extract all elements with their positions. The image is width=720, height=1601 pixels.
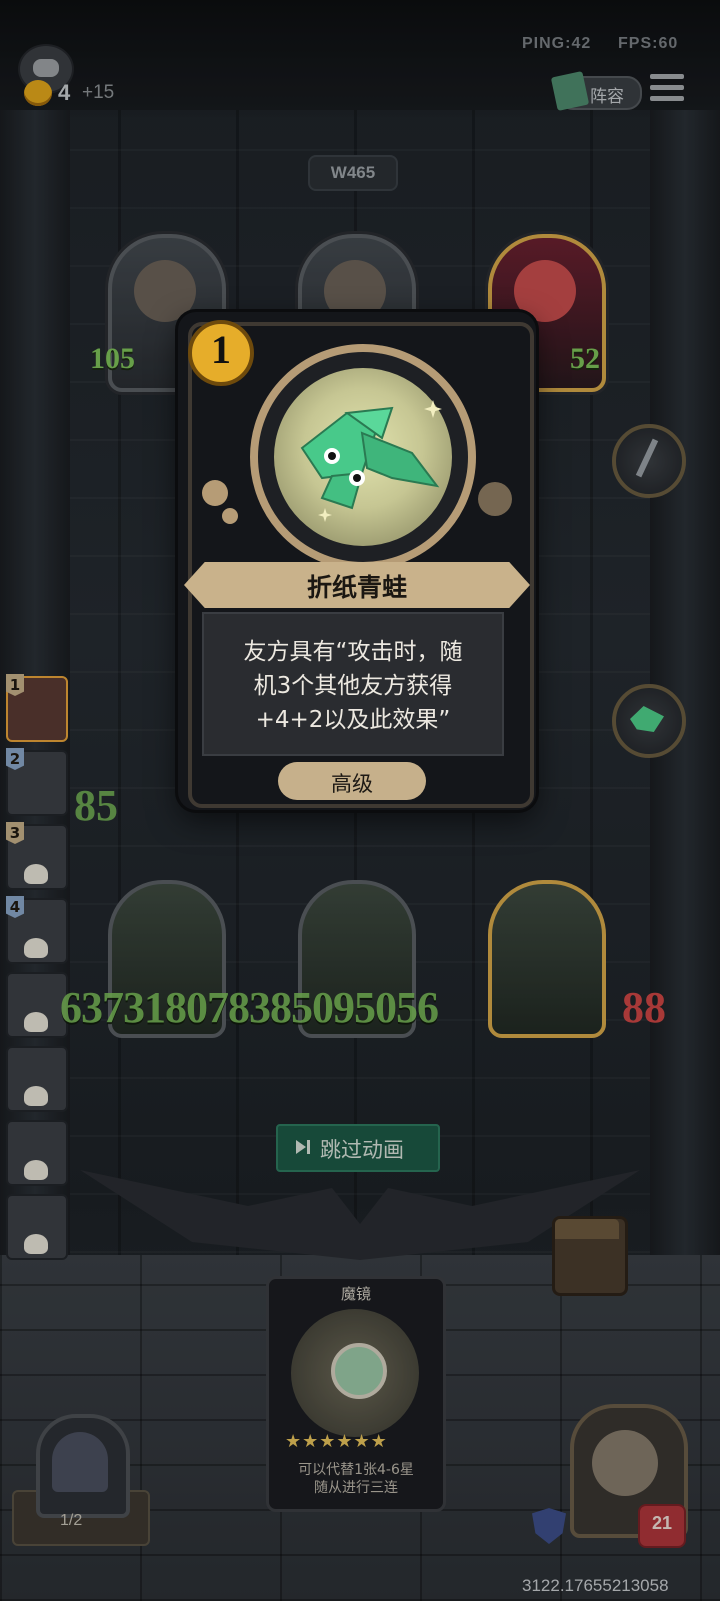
card-detail-popup[interactable]: 1 折纸青蛙 友方具有“攻击时，随 机3个其他友方获得 +4+2以及此效果” 高… <box>178 312 536 810</box>
card-rarity-tag: 高级 <box>278 762 426 800</box>
card-description-line1: 友方具有“攻击时，随 <box>243 639 463 665</box>
card-description-line2: 机3个其他友方获得 <box>253 673 453 699</box>
card-art-ring <box>250 344 476 570</box>
ink-blot <box>222 508 238 524</box>
card-rarity-label: 高级 <box>331 772 373 796</box>
ink-blot <box>202 480 228 506</box>
origami-frog-icon <box>300 406 440 510</box>
card-name-banner: 折纸青蛙 <box>184 562 530 608</box>
card-description-box: 友方具有“攻击时，随 机3个其他友方获得 +4+2以及此效果” <box>202 612 504 756</box>
ink-blot <box>478 482 512 516</box>
card-name: 折纸青蛙 <box>306 573 407 602</box>
card-art <box>274 368 452 546</box>
tier-number: 1 <box>211 327 231 372</box>
tier-badge: 1 <box>188 320 254 386</box>
card-description-line3: +4+2以及此效果” <box>255 707 451 733</box>
